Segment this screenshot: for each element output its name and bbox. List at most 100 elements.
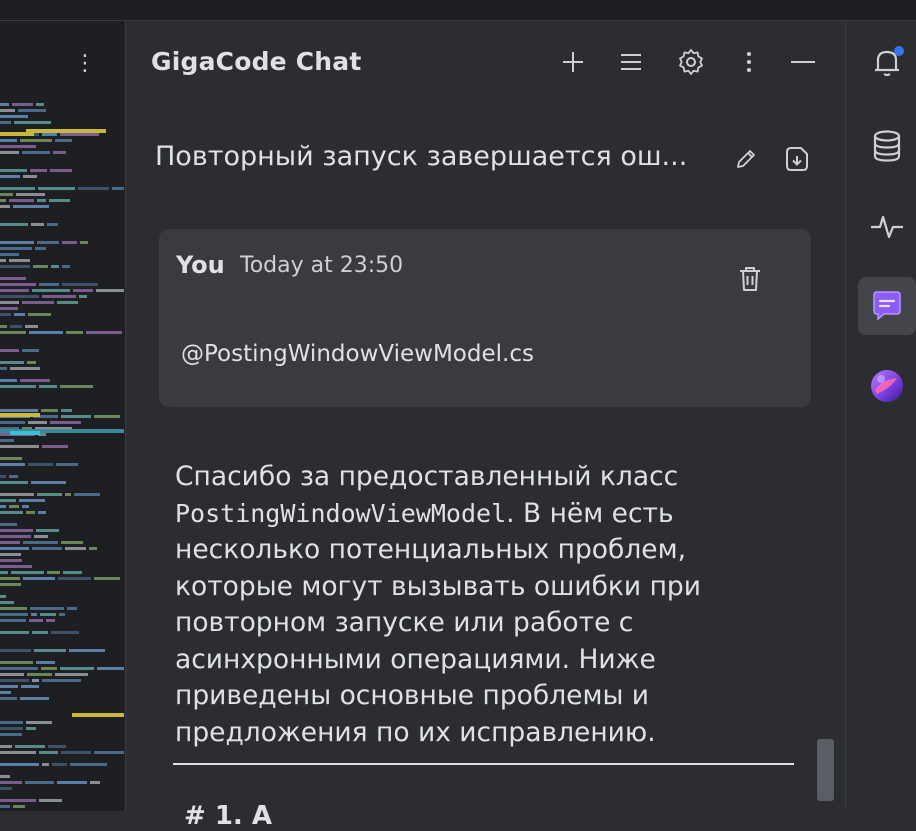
minimap-line xyxy=(0,577,20,580)
minimap-line xyxy=(0,481,28,484)
minimap-line xyxy=(31,613,37,616)
answer-heading-partial: # 1. А xyxy=(184,801,272,831)
code-minimap[interactable] xyxy=(0,101,124,811)
minimap-highlight xyxy=(10,431,40,435)
minimap-line xyxy=(21,685,39,688)
minimap-line xyxy=(79,295,87,298)
minimap-line xyxy=(22,301,54,304)
list-icon[interactable] xyxy=(614,45,648,79)
minimap-line xyxy=(0,559,22,562)
minimap-line xyxy=(30,607,64,610)
minimap-line xyxy=(27,673,52,676)
minimap-line xyxy=(20,697,49,700)
minimap-line xyxy=(0,109,15,112)
minimap-line xyxy=(0,361,24,364)
minimap-line xyxy=(29,331,63,334)
minimap-line xyxy=(0,691,11,694)
minimap-line xyxy=(42,133,57,136)
minimap-line xyxy=(0,241,34,244)
minimap-line xyxy=(0,379,17,382)
plus-icon[interactable] xyxy=(556,45,590,79)
minimap-line xyxy=(0,349,19,352)
database-button[interactable] xyxy=(858,117,916,175)
minimap-line xyxy=(74,493,100,496)
chat-scrollbar-thumb[interactable] xyxy=(817,739,834,801)
minimap-line xyxy=(18,109,46,112)
minimap-line xyxy=(32,289,70,292)
minimap-line xyxy=(0,247,32,250)
minimap-line xyxy=(0,145,36,148)
minimap-line xyxy=(0,685,18,688)
pencil-icon[interactable] xyxy=(732,145,760,173)
notifications-button[interactable] xyxy=(858,33,916,91)
minimap-line xyxy=(39,385,57,388)
minimap-line xyxy=(25,781,54,784)
minimap-line xyxy=(0,505,6,508)
minimap-line xyxy=(0,523,17,526)
minimap-line xyxy=(0,439,14,442)
minimap-line xyxy=(22,349,39,352)
minimap-line xyxy=(0,565,32,568)
gigacode-logo-button[interactable] xyxy=(858,357,916,415)
minimap-line xyxy=(37,241,59,244)
minimap-line xyxy=(0,511,23,514)
minimap-line xyxy=(0,751,36,754)
minimap-line xyxy=(9,199,34,202)
answer-text-intro: Спасибо за предоставленный класс xyxy=(175,461,679,492)
minimap-line xyxy=(34,535,48,538)
minimap-line xyxy=(0,265,30,268)
minimap-line xyxy=(0,457,22,460)
minimap-line xyxy=(0,775,10,778)
minimap-line xyxy=(13,805,25,808)
minimap-highlight xyxy=(0,413,40,417)
minimap-line xyxy=(31,481,66,484)
minimap-line xyxy=(0,259,6,262)
minimap-line xyxy=(20,379,50,382)
minimap-line xyxy=(14,121,51,124)
minimap-line xyxy=(50,169,72,172)
more-vertical-icon[interactable]: ⋮ xyxy=(74,49,96,79)
minimap-line xyxy=(0,499,16,502)
minimap-line xyxy=(26,721,52,724)
minimap-line xyxy=(0,727,23,730)
notifications-icon xyxy=(875,46,904,77)
minimap-line xyxy=(38,187,75,190)
gigacode-logo-icon xyxy=(871,370,903,402)
export-file-icon[interactable] xyxy=(781,143,813,175)
minimap-line xyxy=(62,283,98,286)
minimap-line xyxy=(47,571,60,574)
minimap-line xyxy=(0,733,22,736)
activity-button[interactable] xyxy=(858,197,916,255)
message-text: @PostingWindowViewModel.cs xyxy=(181,341,534,367)
minimap-line xyxy=(65,547,86,550)
editor-minimap-panel: ⋮ xyxy=(0,21,126,811)
minimap-line xyxy=(33,265,48,268)
minimap-line xyxy=(26,511,35,514)
minimap-line xyxy=(46,619,55,622)
minimap-line xyxy=(0,667,38,670)
minimap-line xyxy=(40,613,56,616)
minimap-line xyxy=(0,547,29,550)
trash-icon[interactable] xyxy=(735,263,765,295)
minimap-line xyxy=(0,571,8,574)
minimap-line xyxy=(70,763,107,766)
minimap-line xyxy=(0,103,9,106)
minimap-line xyxy=(57,301,78,304)
gear-icon[interactable] xyxy=(674,45,708,79)
minimap-line xyxy=(0,721,23,724)
gigacode-chat-button[interactable] xyxy=(858,277,916,335)
message-timestamp: Today at 23:50 xyxy=(240,253,404,278)
minimap-line xyxy=(20,139,52,142)
answer-inline-code: PostingWindowViewModel xyxy=(175,498,507,528)
more-vertical-icon[interactable] xyxy=(732,45,766,79)
minimap-line xyxy=(0,295,39,298)
minimap-line xyxy=(63,571,82,574)
minimap-line xyxy=(41,667,57,670)
answer-divider xyxy=(173,763,794,765)
minimize-icon[interactable] xyxy=(786,45,820,79)
minimap-line xyxy=(0,535,31,538)
minimap-line xyxy=(42,295,76,298)
minimap-line xyxy=(28,463,53,466)
minimap-line xyxy=(0,799,36,802)
minimap-line xyxy=(96,289,124,292)
